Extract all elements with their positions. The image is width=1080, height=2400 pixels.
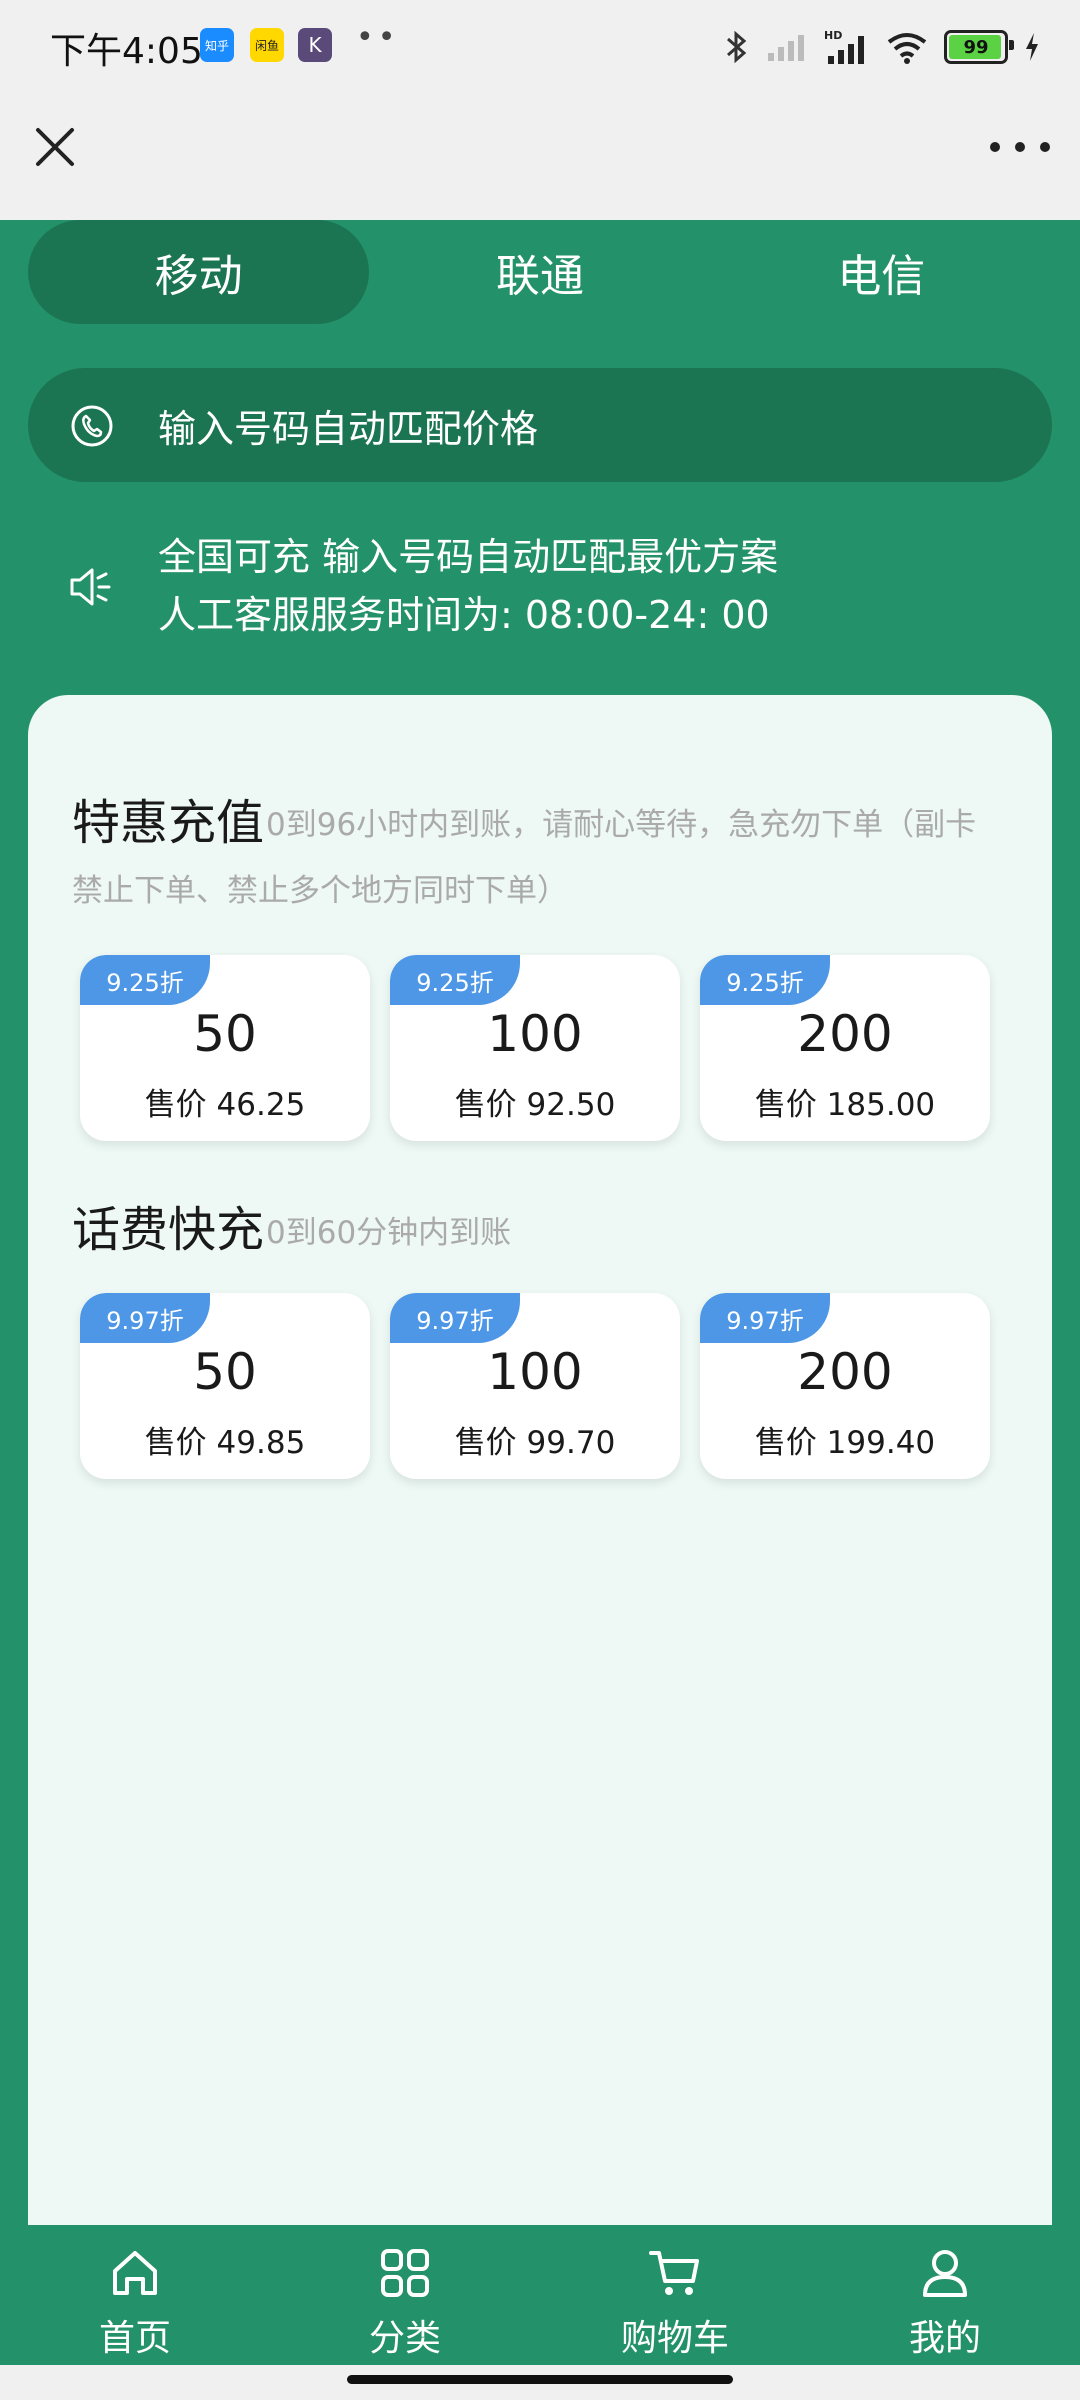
more-options-button[interactable] — [990, 132, 1050, 162]
tab-telecom[interactable]: 电信 — [711, 220, 1052, 324]
discount-badge: 9.97折 — [700, 1293, 830, 1343]
tab-category[interactable]: 分类 — [270, 2225, 540, 2365]
face-value: 50 — [193, 1005, 257, 1063]
mini-program-nav-bar — [0, 92, 1080, 220]
sale-price: 售价 49.85 — [144, 1425, 306, 1461]
main-content: 移动 联通 电信 输入号码自动匹配价格 全国可充 输入号码自动匹配最优方案 人工… — [0, 220, 1080, 2255]
discount-badge: 9.97折 — [390, 1293, 520, 1343]
battery-icon: 99 — [944, 30, 1014, 64]
notice-text-1: 全国可充 输入号码自动匹配最优方案 — [158, 535, 779, 579]
k-app-icon: K — [298, 28, 332, 62]
phone-number-input[interactable]: 输入号码自动匹配价格 — [28, 368, 1052, 482]
battery-level: 99 — [963, 36, 989, 58]
product-option[interactable]: 9.97折 200 售价 199.40 — [700, 1293, 990, 1479]
phone-icon — [71, 405, 113, 447]
svg-text:HD: HD — [824, 29, 842, 42]
grid-icon — [381, 2249, 429, 2297]
xianyu-app-icon: 闲鱼 — [250, 28, 284, 62]
tab-profile[interactable]: 我的 — [810, 2225, 1080, 2365]
tab-category-label: 分类 — [368, 2318, 441, 2359]
home-icon — [113, 2251, 157, 2295]
section-title-discount-recharge: 特惠充值 — [72, 795, 265, 851]
face-value: 100 — [487, 1005, 583, 1063]
product-option[interactable]: 9.25折 200 售价 185.00 — [700, 955, 990, 1141]
zhihu-app-icon: 知乎 — [200, 28, 234, 62]
user-icon — [923, 2250, 967, 2297]
tab-cart[interactable]: 购物车 — [540, 2225, 810, 2365]
sale-price: 售价 99.70 — [454, 1425, 616, 1461]
tab-home-label: 首页 — [98, 2318, 171, 2359]
face-value: 200 — [797, 1005, 893, 1063]
product-option[interactable]: 9.97折 100 售价 99.70 — [390, 1293, 680, 1479]
phone-input-placeholder: 输入号码自动匹配价格 — [158, 406, 539, 451]
carrier-tabs: 移动 联通 电信 — [28, 220, 1052, 324]
signal-hd-icon: HD — [824, 29, 864, 64]
product-option[interactable]: 9.25折 100 售价 92.50 — [390, 955, 680, 1141]
bottom-tab-bar: 首页 分类 购物车 我的 — [0, 2225, 1080, 2365]
sale-price: 售价 92.50 — [454, 1087, 616, 1123]
speaker-icon — [70, 568, 111, 606]
discount-badge: 9.97折 — [80, 1293, 210, 1343]
discount-badge: 9.25折 — [700, 955, 830, 1005]
discount-badge: 9.25折 — [80, 955, 210, 1005]
tab-profile-label: 我的 — [908, 2318, 981, 2359]
product-option[interactable]: 9.25折 50 售价 46.25 — [80, 955, 370, 1141]
signal-weak-icon — [768, 35, 804, 61]
sale-price: 售价 199.40 — [754, 1425, 936, 1461]
sale-price: 售价 46.25 — [144, 1087, 306, 1123]
discount-badge: 9.25折 — [390, 955, 520, 1005]
section-desc-fast-recharge: 0到60分钟内到账 — [266, 1215, 512, 1251]
section-desc-discount-recharge-1: 0到96小时内到账，请耐心等待，急充勿下单（副卡 — [266, 807, 977, 843]
discount-recharge-products: 9.25折 50 售价 46.25 9.25折 100 售价 92.50 9.2… — [80, 955, 1000, 1141]
wifi-icon — [887, 33, 927, 64]
face-value: 200 — [797, 1343, 893, 1401]
fast-recharge-products: 9.97折 50 售价 49.85 9.97折 100 售价 99.70 9.9… — [80, 1293, 1000, 1479]
status-indicators: HD 99 — [724, 22, 1040, 72]
bluetooth-icon — [727, 30, 747, 64]
gesture-bar — [0, 2365, 1080, 2400]
home-indicator[interactable] — [347, 2375, 733, 2384]
section-desc-discount-recharge-2: 禁止下单、禁止多个地方同时下单） — [72, 873, 568, 909]
status-bar: 下午4:05 知乎 闲鱼 K •• HD 99 — [0, 0, 1080, 92]
face-value: 100 — [487, 1343, 583, 1401]
notice-banner: 全国可充 输入号码自动匹配最优方案 人工客服服务时间为: 08:00-24: 0… — [28, 520, 1052, 640]
sale-price: 售价 185.00 — [754, 1087, 936, 1123]
tab-home[interactable]: 首页 — [0, 2225, 270, 2365]
tab-cart-label: 购物车 — [620, 2318, 729, 2359]
charging-icon — [1026, 33, 1038, 61]
status-time: 下午4:05 — [50, 31, 203, 72]
tab-mobile[interactable]: 移动 — [28, 220, 370, 324]
close-icon[interactable] — [30, 122, 80, 172]
tab-unicom[interactable]: 联通 — [369, 220, 710, 324]
notice-text-2: 人工客服服务时间为: 08:00-24: 00 — [158, 593, 770, 637]
products-card: 特惠充值 0到96小时内到账，请耐心等待，急充勿下单（副卡 禁止下单、禁止多个地… — [28, 695, 1052, 2255]
product-option[interactable]: 9.97折 50 售价 49.85 — [80, 1293, 370, 1479]
face-value: 50 — [193, 1343, 257, 1401]
cart-icon — [649, 2251, 699, 2295]
more-notifications-icon: •• — [356, 20, 400, 55]
section-title-fast-recharge: 话费快充 — [72, 1202, 265, 1258]
